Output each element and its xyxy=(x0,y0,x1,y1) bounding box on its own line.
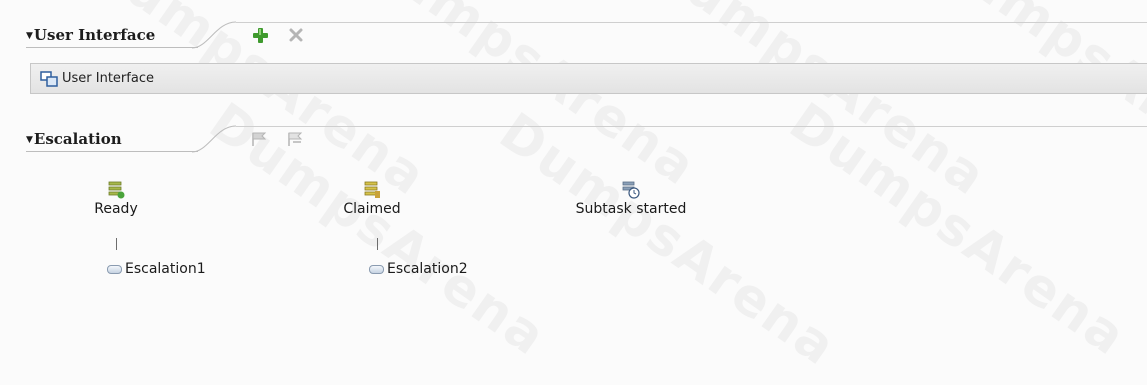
user-interface-row-label: User Interface xyxy=(62,71,154,86)
state-ready[interactable]: Ready xyxy=(86,181,146,217)
section-underline xyxy=(26,151,198,152)
user-interface-section-toggle[interactable]: ▼User Interface xyxy=(26,26,155,44)
user-interface-row[interactable]: User Interface xyxy=(30,63,1147,94)
escalation-icon xyxy=(107,264,122,274)
collapse-arrow-icon: ▼ xyxy=(26,135,33,145)
escalation-item-1[interactable]: Escalation1 xyxy=(107,261,206,277)
user-interface-section-title: User Interface xyxy=(33,26,156,44)
state-claimed-label: Claimed xyxy=(343,201,401,217)
state-claimed[interactable]: Claimed xyxy=(342,181,402,217)
state-ready-label: Ready xyxy=(94,201,138,217)
ready-state-icon xyxy=(108,181,125,199)
section-top-rule xyxy=(236,22,1147,23)
escalation-item-1-label: Escalation1 xyxy=(125,261,206,277)
escalation-section-toggle[interactable]: ▼Escalation xyxy=(26,130,122,148)
escalation-connector xyxy=(116,238,117,250)
state-subtask-started[interactable]: Subtask started xyxy=(566,181,696,217)
add-user-interface-button[interactable] xyxy=(250,26,270,44)
escalation-section-header: ▼Escalation xyxy=(0,116,1147,153)
delete-icon xyxy=(289,28,303,42)
section-top-rule xyxy=(236,126,1147,127)
editor-canvas: DumpsArena DumpsArena DumpsArena DumpsAr… xyxy=(0,0,1147,385)
escalation-item-2[interactable]: Escalation2 xyxy=(369,261,468,277)
section-tab-curve xyxy=(191,125,237,153)
section-tab-curve xyxy=(191,21,237,49)
subtask-started-icon xyxy=(622,181,640,199)
add-escalation-button[interactable] xyxy=(250,130,270,148)
flag-remove-icon xyxy=(288,132,303,146)
state-subtask-started-label: Subtask started xyxy=(575,201,687,217)
user-interface-icon xyxy=(40,70,60,88)
escalation-item-2-label: Escalation2 xyxy=(387,261,468,277)
remove-user-interface-button[interactable] xyxy=(286,26,306,44)
section-underline xyxy=(26,47,198,48)
remove-escalation-button[interactable] xyxy=(286,130,306,148)
escalation-connector xyxy=(377,238,378,250)
user-interface-section-header: ▼User Interface xyxy=(0,12,1147,49)
collapse-arrow-icon: ▼ xyxy=(26,31,33,41)
escalation-icon xyxy=(369,264,384,274)
claimed-state-icon xyxy=(364,181,380,198)
escalation-section-title: Escalation xyxy=(33,130,122,148)
plus-icon xyxy=(253,28,268,43)
flag-add-icon xyxy=(252,132,267,146)
